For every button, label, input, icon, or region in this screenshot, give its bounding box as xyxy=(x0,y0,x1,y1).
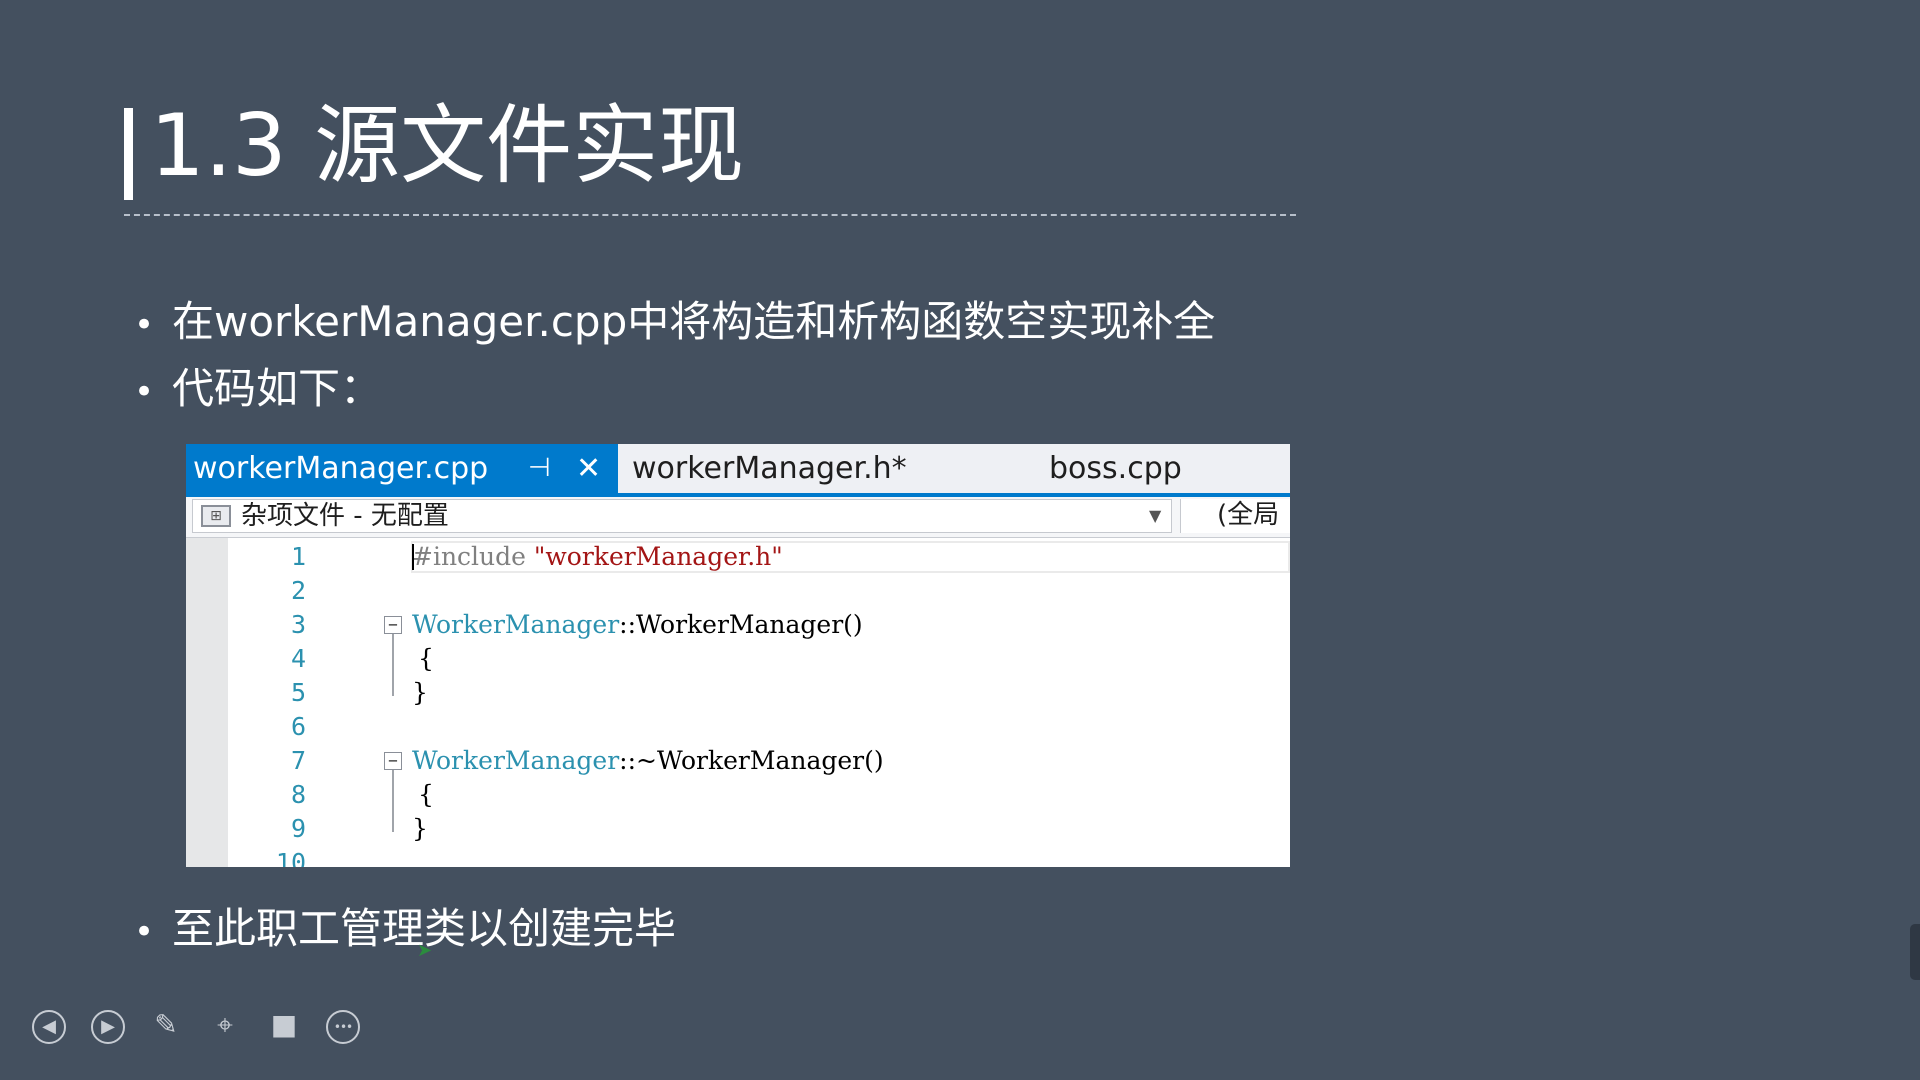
tab-workermanager-h[interactable]: workerManager.h* xyxy=(632,444,907,493)
line-number: 9 xyxy=(290,814,306,843)
bullet-text-2: 代码如下： xyxy=(172,364,383,413)
chevron-down-icon[interactable]: ▼ xyxy=(1149,500,1161,532)
code-line: 5 } xyxy=(186,676,1290,710)
close-icon[interactable]: ✕ xyxy=(576,444,601,493)
slide-title: 1.3 源文件实现 xyxy=(150,96,745,196)
code-line: 3 WorkerManager::WorkerManager() xyxy=(186,608,1290,642)
code-line: 4 { xyxy=(186,642,1290,676)
scope-token: :: xyxy=(619,746,637,775)
bullet-item-3: • 至此职工管理类以创建完毕 xyxy=(134,902,676,959)
bullet-dot: • xyxy=(134,305,155,345)
member-scope-dropdown[interactable]: (全局 xyxy=(1180,499,1290,533)
bullet-item-2: • 代码如下： xyxy=(134,362,382,419)
line-number: 5 xyxy=(290,678,306,707)
mouse-cursor-icon: ➤ xyxy=(417,940,433,961)
code-line: 10 xyxy=(186,846,1290,867)
member-scope-label: (全局 xyxy=(1217,500,1280,530)
preprocessor-token: #include xyxy=(412,542,534,571)
collapse-icon[interactable]: − xyxy=(384,752,402,770)
code-screenshot: workerManager.cpp ⊣ ✕ workerManager.h* b… xyxy=(186,444,1290,867)
line-number: 2 xyxy=(290,576,306,605)
line-number: 10 xyxy=(275,848,306,867)
code-line: 6 xyxy=(186,710,1290,744)
pin-icon[interactable]: ⊣ xyxy=(528,444,551,493)
code-line: 8 { xyxy=(186,778,1290,812)
code-text: { xyxy=(418,644,434,673)
code-text: WorkerManager::WorkerManager() xyxy=(412,608,863,642)
more-options-icon[interactable]: ••• xyxy=(326,1010,360,1044)
navigation-bar: ⊞ 杂项文件 - 无配置 ▼ (全局 xyxy=(186,497,1290,538)
code-line: 7 WorkerManager::~WorkerManager() xyxy=(186,744,1290,778)
code-text: { xyxy=(418,780,434,809)
previous-slide-icon[interactable]: ◀ xyxy=(32,1010,66,1044)
title-divider xyxy=(124,214,1296,216)
zoom-icon[interactable]: ⌖ xyxy=(208,1010,242,1044)
code-text: } xyxy=(412,814,428,843)
code-line: 2 xyxy=(186,574,1290,608)
side-panel-handle[interactable] xyxy=(1910,924,1920,980)
code-text: #include "workerManager.h" xyxy=(412,540,783,574)
project-icon: ⊞ xyxy=(201,505,231,527)
code-line: 1 #include "workerManager.h" xyxy=(186,540,1290,574)
line-number: 8 xyxy=(290,780,306,809)
slide: 1.3 源文件实现 • 在workerManager.cpp中将构造和析构函数空实… xyxy=(0,0,1920,1080)
project-scope-dropdown[interactable]: ⊞ 杂项文件 - 无配置 ▼ xyxy=(192,499,1172,533)
tab-label: workerManager.cpp xyxy=(193,451,489,486)
project-scope-label: 杂项文件 - 无配置 xyxy=(241,501,449,531)
line-number: 7 xyxy=(290,746,306,775)
bullet-dot: • xyxy=(134,372,155,412)
editor-tab-strip: workerManager.cpp ⊣ ✕ workerManager.h* b… xyxy=(186,444,1290,497)
code-text: WorkerManager::~WorkerManager() xyxy=(412,744,884,778)
title-accent-bar xyxy=(124,108,133,200)
code-line: 9 } xyxy=(186,812,1290,846)
camera-icon[interactable]: ■ xyxy=(267,1010,301,1044)
scope-token: :: xyxy=(619,610,637,639)
pen-icon[interactable]: ✎ xyxy=(149,1010,183,1044)
line-number: 4 xyxy=(290,644,306,673)
line-number: 1 xyxy=(290,542,306,571)
tab-workermanager-cpp[interactable]: workerManager.cpp ⊣ ✕ xyxy=(186,444,618,493)
bullet-item-1: • 在workerManager.cpp中将构造和析构函数空实现补全 xyxy=(134,295,1215,352)
function-token: ~WorkerManager() xyxy=(636,746,884,775)
next-slide-icon[interactable]: ▶ xyxy=(91,1010,125,1044)
line-number: 6 xyxy=(290,712,306,741)
text-caret xyxy=(412,544,414,570)
code-editor[interactable]: 1 #include "workerManager.h" 2 3 WorkerM… xyxy=(186,538,1290,867)
type-token: WorkerManager xyxy=(412,610,620,639)
function-token: WorkerManager() xyxy=(636,610,863,639)
code-text: } xyxy=(412,678,428,707)
tab-boss-cpp[interactable]: boss.cpp xyxy=(1049,444,1182,493)
bullet-dot: • xyxy=(134,912,155,952)
type-token: WorkerManager xyxy=(412,746,620,775)
collapse-icon[interactable]: − xyxy=(384,616,402,634)
string-token: "workerManager.h" xyxy=(533,542,783,571)
line-number: 3 xyxy=(290,610,306,639)
bullet-text-1: 在workerManager.cpp中将构造和析构函数空实现补全 xyxy=(172,297,1216,346)
